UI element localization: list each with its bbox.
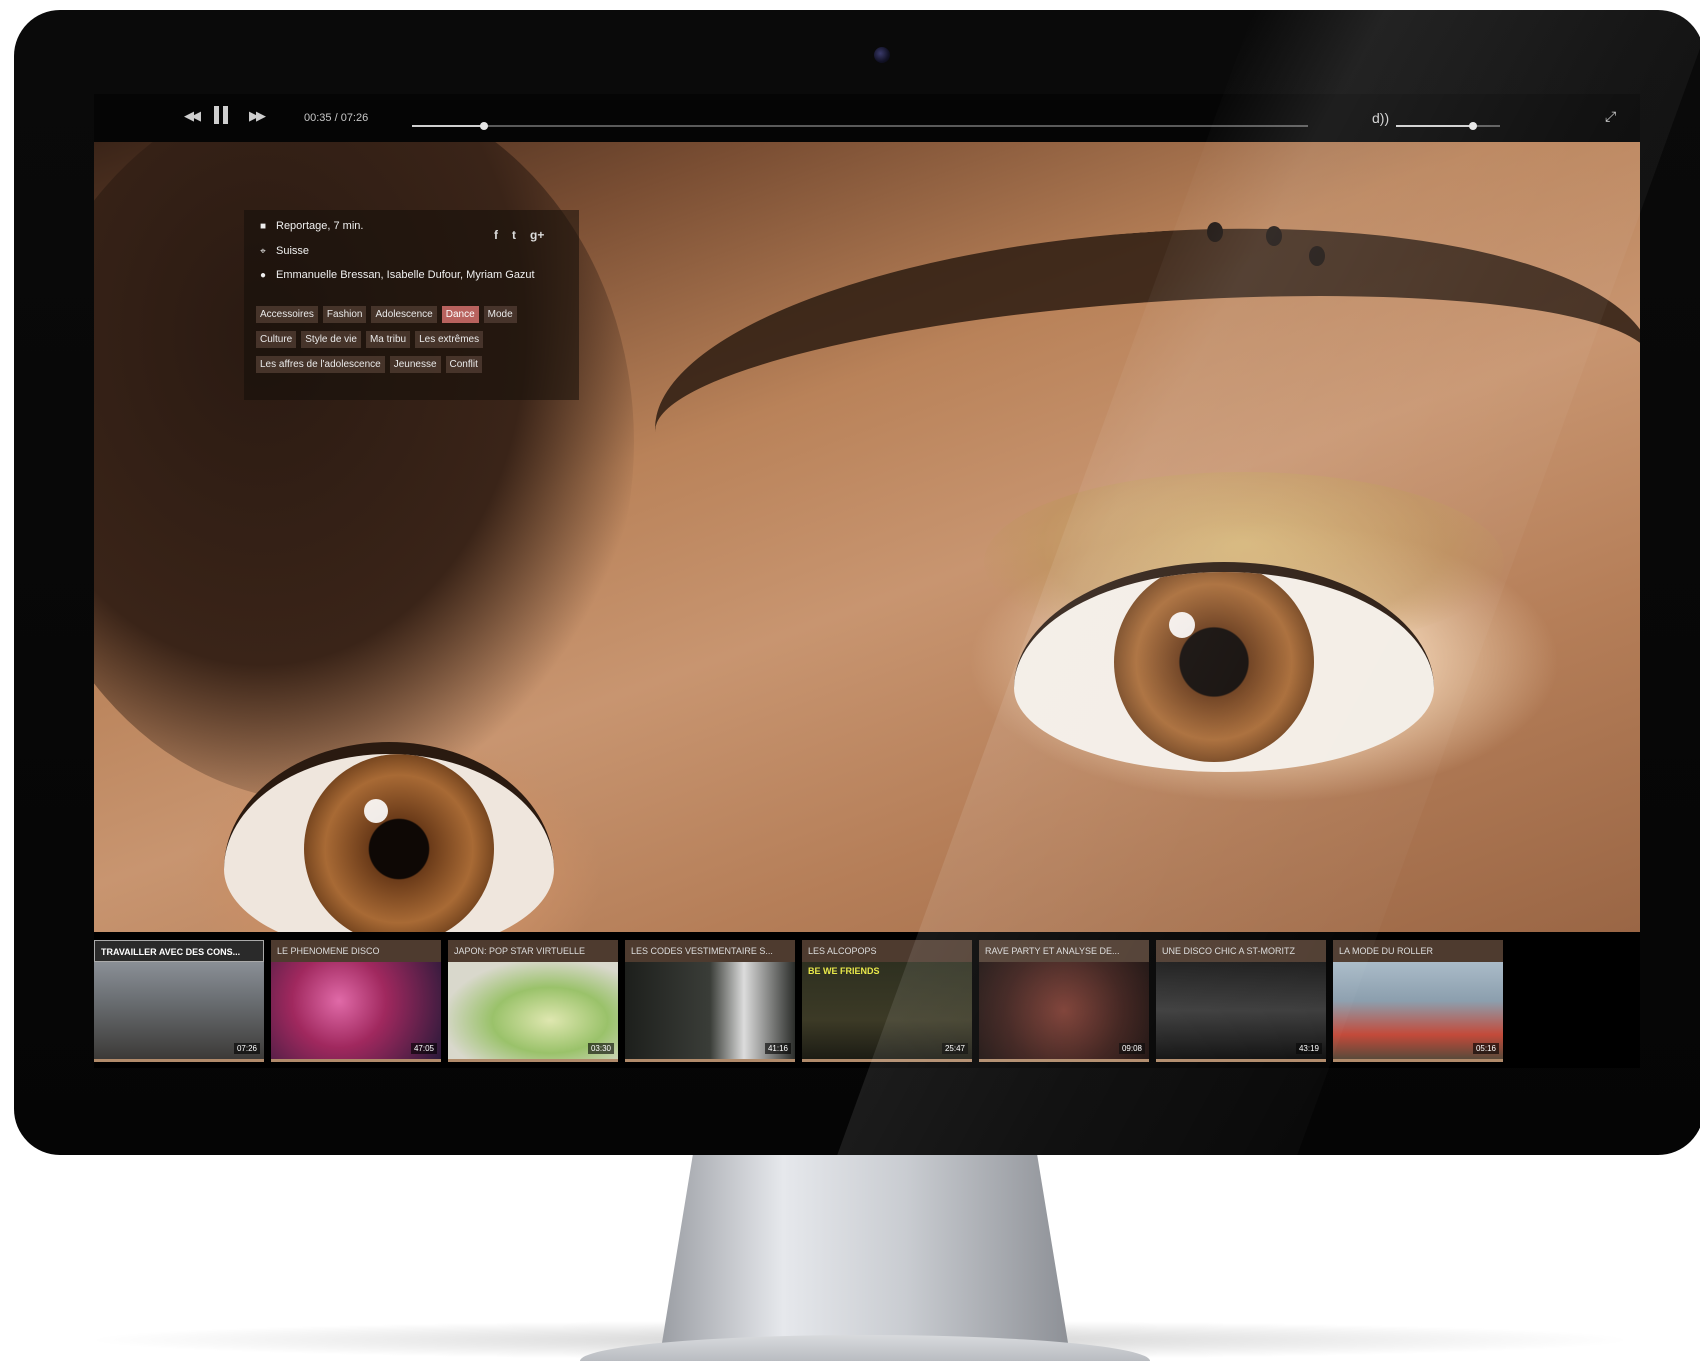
player-controls: ◀◀ ▶▶ 00:35 / 07:26 d)) ⤢ [94, 94, 1640, 142]
thumbnail-duration: 09:08 [1118, 1043, 1145, 1054]
tag-row: Les affres de l'adolescence Jeunesse Confl… [256, 356, 576, 373]
webcam [874, 47, 890, 63]
video-thumbnail[interactable]: JAPON: POP STAR VIRTUELLE 03:30 [448, 940, 618, 1062]
thumbnail-bar [625, 1059, 795, 1062]
tag[interactable]: Fashion [322, 306, 367, 323]
tag[interactable]: Les affres de l'adolescence [256, 356, 385, 373]
fullscreen-icon[interactable]: ⤢ [1605, 108, 1616, 125]
share-links: f t g+ [494, 228, 544, 242]
video-thumbnail[interactable]: LE PHENOMENE DISCO 47:05 [271, 940, 441, 1062]
video-player: ◀◀ ▶▶ 00:35 / 07:26 d)) ⤢ ■ Reportage, 7… [94, 94, 1640, 1068]
video-info-panel: ■ Reportage, 7 min. ⌖ Suisse ● Emmanuell… [244, 210, 579, 400]
tag-list: Accessoires Fashion Adolescence Dance Mode Cu… [256, 306, 576, 381]
time-readout: 00:35 / 07:26 [304, 112, 369, 124]
google-plus-icon[interactable]: g+ [530, 228, 544, 242]
tag[interactable]: Jeunesse [389, 356, 441, 373]
video-thumbnail[interactable]: TRAVAILLER AVEC DES CONS... 07:26 [94, 940, 264, 1062]
tag[interactable]: Conflit [445, 356, 482, 373]
thumbnail-bar [1156, 1059, 1326, 1062]
related-videos-strip: TRAVAILLER AVEC DES CONS... 07:26 LE PHENO… [94, 932, 1640, 1068]
monitor-stand [660, 1155, 1070, 1355]
video-camera-icon: ■ [259, 220, 267, 232]
video-thumbnail[interactable]: LES ALCOPOPS BE WE FRIENDS 25:47 [802, 940, 972, 1062]
monitor: ◀◀ ▶▶ 00:35 / 07:26 d)) ⤢ ■ Reportage, 7… [14, 10, 1700, 1155]
thumbnail-title: UNE DISCO CHIC A ST-MORITZ [1156, 940, 1326, 962]
progress-fill [412, 125, 484, 127]
tag[interactable]: Accessoires [256, 306, 318, 323]
info-location: ⌖ Suisse [256, 245, 309, 257]
location-pin-icon: ⌖ [260, 245, 266, 257]
video-thumbnail[interactable]: UNE DISCO CHIC A ST-MORITZ 43:19 [1156, 940, 1326, 1062]
tag[interactable]: Les extrêmes [415, 331, 484, 348]
tag-row: Accessoires Fashion Adolescence Dance Mode [256, 306, 576, 323]
twitter-icon[interactable]: t [512, 228, 516, 242]
tag[interactable]: Style de vie [301, 331, 361, 348]
volume-icon[interactable]: d)) [1372, 110, 1389, 126]
tag[interactable]: Adolescence [371, 306, 437, 323]
thumbnail-duration: 47:05 [410, 1043, 437, 1054]
thumbnail-duration: 05:16 [1472, 1043, 1499, 1054]
thumbnail-duration: 43:19 [1295, 1043, 1322, 1054]
tag-row: Culture Style de vie Ma tribu Les extrêmes [256, 331, 576, 348]
thumbnail-overlay-text: BE WE FRIENDS [808, 966, 880, 976]
video-piercing [1309, 246, 1325, 266]
thumbnail-bar [979, 1059, 1149, 1062]
video-piercing [1266, 226, 1282, 246]
info-authors: ● Emmanuelle Bressan, Isabelle Dufour, M… [256, 269, 535, 281]
fast-forward-icon[interactable]: ▶▶ [249, 108, 266, 124]
thumbnail-duration: 41:16 [764, 1043, 791, 1054]
tag[interactable]: Culture [256, 331, 297, 348]
thumbnail-title: LA MODE DU ROLLER [1333, 940, 1503, 962]
users-icon: ● [259, 269, 267, 281]
thumbnail-title: JAPON: POP STAR VIRTUELLE [448, 940, 618, 962]
video-thumbnail[interactable]: LA MODE DU ROLLER 05:16 [1333, 940, 1503, 1062]
progress-handle[interactable] [479, 122, 488, 130]
progress-bar[interactable] [412, 122, 1308, 130]
thumbnail-duration: 03:30 [587, 1043, 614, 1054]
thumbnail-bar [94, 1059, 264, 1062]
pause-icon[interactable] [214, 106, 232, 127]
video-frame[interactable]: ■ Reportage, 7 min. ⌖ Suisse ● Emmanuell… [94, 142, 1640, 932]
rewind-icon[interactable]: ◀◀ [184, 108, 201, 124]
info-type: ■ Reportage, 7 min. [256, 220, 363, 232]
video-thumbnail[interactable]: RAVE PARTY ET ANALYSE DE... 09:08 [979, 940, 1149, 1062]
thumbnail-title: LES ALCOPOPS [802, 940, 972, 962]
thumbnail-title: RAVE PARTY ET ANALYSE DE... [979, 940, 1149, 962]
video-piercing [1207, 222, 1223, 242]
thumbnail-duration: 25:47 [941, 1043, 968, 1054]
facebook-icon[interactable]: f [494, 228, 498, 242]
volume-handle[interactable] [1468, 122, 1477, 130]
thumbnail-title: TRAVAILLER AVEC DES CONS... [94, 940, 264, 962]
volume-fill [1396, 125, 1473, 127]
thumbnail-title: LES CODES VESTIMENTAIRE S... [625, 940, 795, 962]
tag[interactable]: Dance [441, 306, 479, 323]
thumbnail-duration: 07:26 [233, 1043, 260, 1054]
tag[interactable]: Ma tribu [365, 331, 411, 348]
thumbnail-bar [802, 1059, 972, 1062]
thumbnail-title: LE PHENOMENE DISCO [271, 940, 441, 962]
tag[interactable]: Mode [483, 306, 517, 323]
video-thumbnail[interactable]: LES CODES VESTIMENTAIRE S... 41:16 [625, 940, 795, 1062]
thumbnail-bar [271, 1059, 441, 1062]
thumbnail-bar [1333, 1059, 1503, 1062]
volume-slider[interactable] [1396, 122, 1500, 130]
thumbnail-bar [448, 1059, 618, 1062]
